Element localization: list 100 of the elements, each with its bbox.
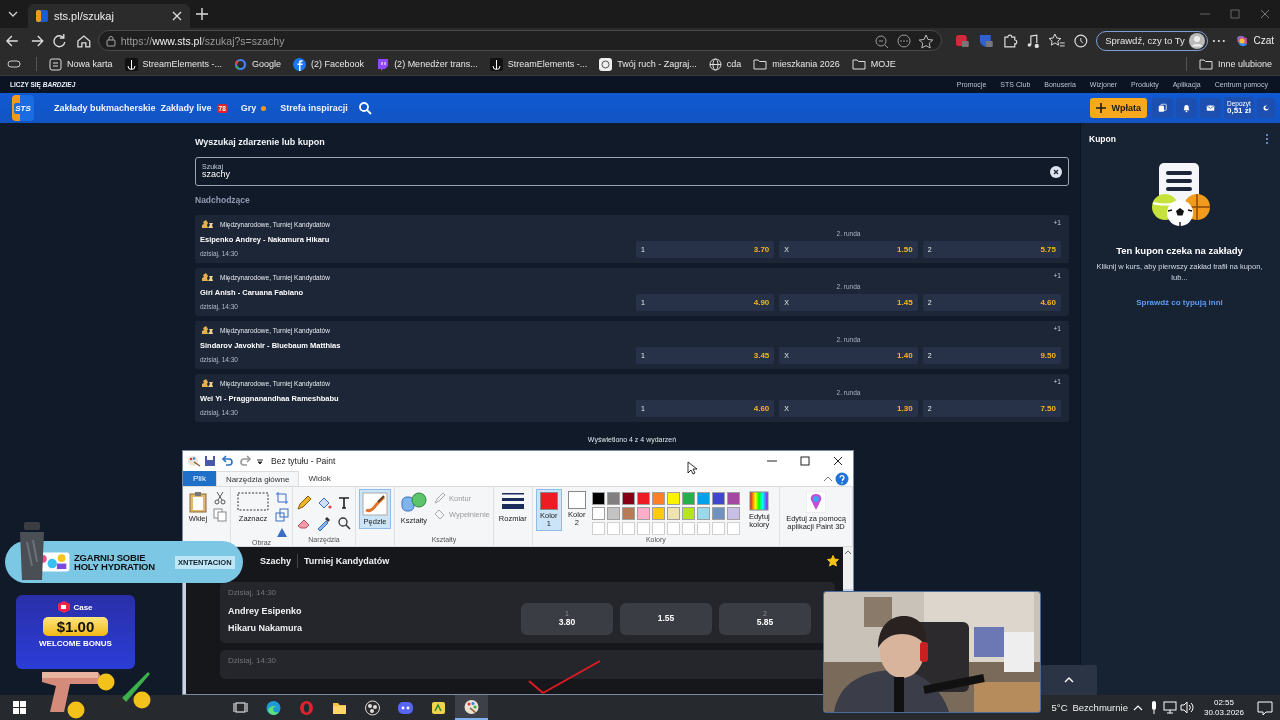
messages-button[interactable] [1200, 98, 1221, 118]
help-icon[interactable] [835, 471, 849, 486]
bookmark[interactable]: StreamElements -... [124, 57, 223, 71]
color-swatch[interactable] [726, 507, 740, 520]
color-swatch[interactable] [696, 492, 710, 505]
cube-icon [58, 601, 71, 613]
globe-icon [708, 57, 722, 71]
crop-icon[interactable] [275, 491, 289, 505]
link[interactable]: Sprawdź co typują inni [1136, 297, 1223, 307]
scrollbar[interactable] [843, 547, 853, 589]
color-swatch[interactable] [591, 507, 605, 520]
color-swatch[interactable] [606, 492, 620, 505]
brush-icon [362, 492, 388, 516]
nav-link[interactable]: Strefa inspiracji [280, 103, 348, 113]
color-swatch[interactable] [651, 492, 665, 505]
color-picker-icon[interactable] [316, 515, 332, 531]
notifications-button[interactable] [1176, 98, 1197, 118]
weather-widget[interactable]: 5°C Bezchmurnie [1051, 702, 1128, 713]
ribbon-tab[interactable]: Narzędzia główne [215, 471, 300, 486]
color-swatch[interactable] [651, 507, 665, 520]
speech-bubble-icon [376, 57, 390, 71]
resize-icon[interactable] [275, 508, 289, 522]
undo-icon[interactable] [221, 455, 235, 467]
more-icon[interactable] [895, 32, 914, 49]
bookmark[interactable]: Twój ruch - Zagraj... [599, 57, 697, 71]
bookmark[interactable]: mieszkania 2026 [753, 58, 840, 70]
breadcrumb-link[interactable]: Turniej Kandydatów [298, 556, 396, 566]
search-icon[interactable] [357, 101, 372, 115]
color-swatch[interactable] [711, 507, 725, 520]
close-icon[interactable] [172, 11, 182, 21]
spectrum-icon [749, 491, 770, 511]
star-icon[interactable] [917, 32, 936, 49]
pen-icon [433, 492, 447, 504]
taskbar-app[interactable] [455, 695, 488, 720]
odds-button[interactable]: 1.55 [620, 603, 712, 635]
bookmark[interactable]: Google [234, 57, 282, 71]
color-swatch[interactable] [696, 507, 710, 520]
color-swatch[interactable] [606, 507, 620, 520]
bookmark[interactable]: cda [708, 57, 742, 71]
magnifier-icon[interactable] [336, 515, 352, 531]
clock[interactable]: 02:55 30.03.2026 [1203, 698, 1244, 717]
event-time: Dzisiaj, 14:30 [228, 656, 278, 665]
panel-heading: Ten kupon czeka na zakłady [1116, 245, 1243, 256]
save-icon[interactable] [204, 455, 218, 467]
color-swatch[interactable] [621, 492, 635, 505]
ad-headline: ZGARNIJ SOBIE HOLY HYDRATION [74, 552, 156, 572]
scroll-top-button[interactable] [1040, 665, 1097, 695]
color-swatch[interactable] [621, 507, 635, 520]
bookmark[interactable]: StreamElements -... [489, 57, 588, 71]
copy-icon[interactable] [213, 508, 227, 522]
tab-icon [49, 57, 62, 71]
fill-icon[interactable] [316, 495, 332, 511]
nav-link[interactable]: Zakłady bukmacherskie [54, 103, 156, 113]
bookmark[interactable]: (2) Facebook [293, 57, 365, 71]
pencil-icon[interactable] [296, 495, 312, 511]
coupons-button[interactable] [1152, 98, 1173, 118]
panel-title: Kupon [1089, 134, 1116, 144]
color-swatch[interactable] [636, 507, 650, 520]
file-menu-button[interactable]: Plik [183, 471, 216, 486]
color-swatch[interactable] [636, 492, 650, 505]
colored-ring-icon [234, 57, 248, 71]
color-swatch[interactable] [666, 492, 680, 505]
folder-icon [851, 58, 866, 70]
bucket-icon [433, 508, 447, 520]
color-swatch[interactable] [726, 492, 740, 505]
bonus-amount: $1.00 [42, 617, 109, 636]
deposit-button[interactable]: Wpłata [1090, 98, 1147, 118]
ad-banner[interactable]: Case $1.00 WELCOME BONUS [16, 595, 135, 669]
bookmark[interactable]: MOJE [851, 58, 896, 70]
other-bookmarks[interactable]: Inne ulubione [1198, 58, 1272, 70]
breadcrumb-link[interactable]: Szachy [254, 556, 298, 566]
color-swatch[interactable] [681, 507, 695, 520]
color-swatch[interactable] [681, 492, 695, 505]
clipboard-icon [188, 491, 208, 513]
logo[interactable]: STS [12, 95, 34, 121]
star-icon[interactable] [827, 555, 839, 567]
clear-icon[interactable] [1050, 165, 1062, 178]
logo-icon [36, 10, 48, 22]
address-bar[interactable]: https://www.sts.pl/szukaj?s=szachy [97, 30, 943, 51]
nav-link[interactable]: Gry [240, 103, 257, 113]
account-button[interactable] [1257, 98, 1275, 118]
color-swatch[interactable] [666, 507, 680, 520]
text-tool-icon[interactable] [336, 495, 352, 511]
windows-icon[interactable] [13, 701, 26, 714]
kebab-icon[interactable] [1264, 133, 1270, 145]
browser-tab[interactable]: sts.pl/szukaj [28, 4, 190, 28]
avatar-icon [1188, 32, 1205, 49]
folder-icon [753, 58, 768, 70]
badge-icon [599, 57, 613, 71]
profile-button[interactable]: Sprawdź, czy to Ty [1096, 30, 1208, 51]
copilot-icon [1235, 33, 1250, 48]
nav-link[interactable]: Zakłady live [160, 103, 212, 113]
color-swatch[interactable] [591, 492, 605, 505]
paint-drop-icon [806, 491, 826, 513]
folder-icon [1198, 58, 1213, 70]
bookmark[interactable]: (2) Menedżer trans... [376, 57, 478, 71]
bookmark[interactable]: Nowa karta [49, 57, 113, 71]
cut-icon[interactable] [213, 491, 227, 505]
color-swatch[interactable] [711, 492, 725, 505]
section-title: Nadchodzące [195, 195, 251, 205]
